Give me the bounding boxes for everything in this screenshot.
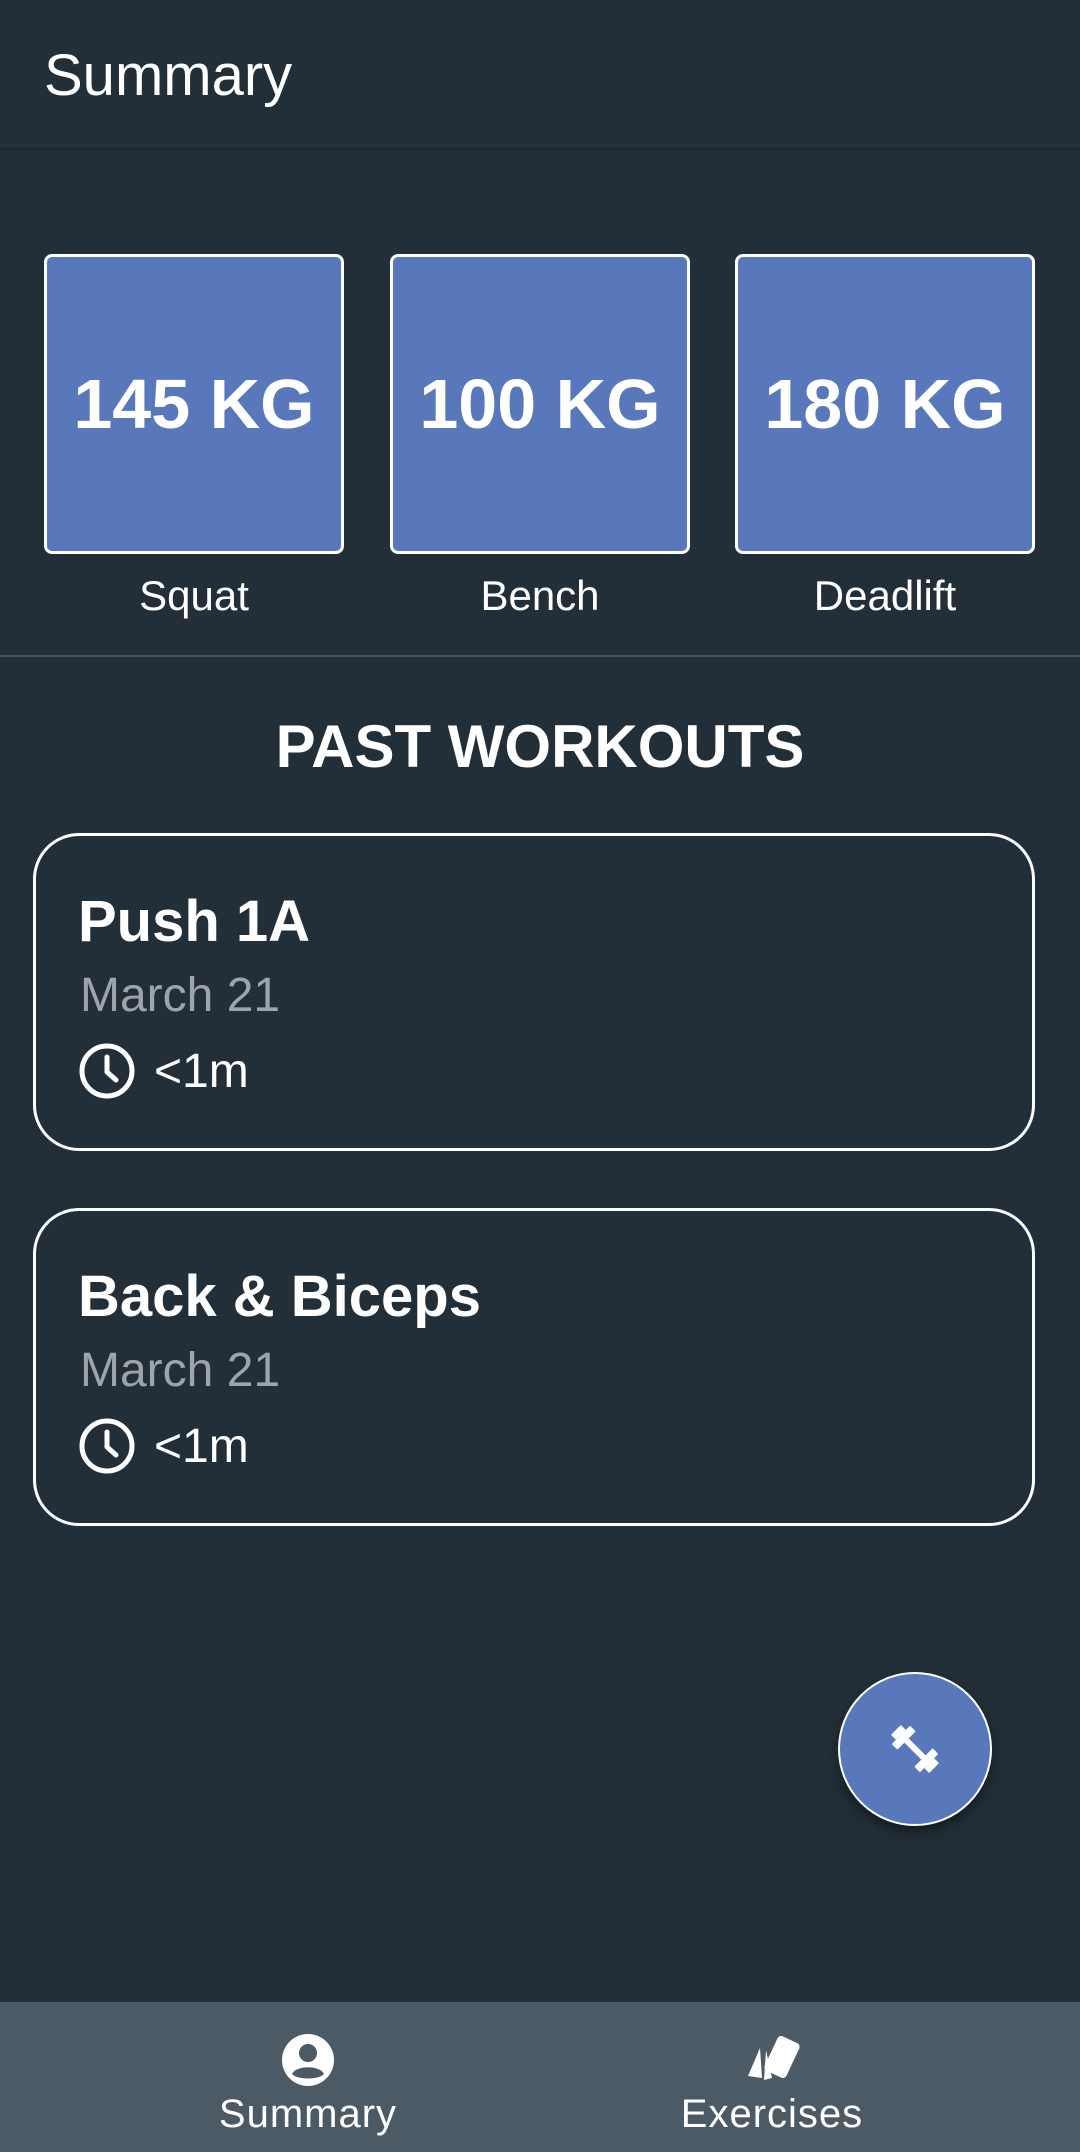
nav-item-exercises[interactable]: Exercises (502, 2002, 1042, 2152)
nav-label: Exercises (680, 2092, 864, 2136)
bottom-navigation: Summary Exercises (0, 2002, 1080, 2152)
workout-name: Push 1A (78, 889, 311, 954)
lift-summary: 145 KG Squat 100 KG Bench 180 KG Deadlif… (0, 152, 1080, 657)
lift-value-box: 145 KG (44, 254, 344, 554)
workout-card[interactable]: Back & Biceps March 21 <1m (33, 1208, 1035, 1526)
lift-label: Bench (480, 572, 600, 619)
workout-duration: <1m (78, 1417, 249, 1475)
start-workout-button[interactable] (838, 1672, 992, 1826)
lift-bench: 100 KG Bench (390, 254, 690, 620)
app-bar: Summary (0, 0, 1080, 150)
cards-icon (748, 2036, 800, 2080)
past-workouts-title: PAST WORKOUTS (275, 713, 805, 780)
duration-value: <1m (154, 1044, 249, 1098)
lift-squat: 145 KG Squat (44, 254, 344, 620)
workout-card[interactable]: Push 1A March 21 <1m (33, 833, 1035, 1151)
lift-label: Squat (139, 572, 249, 619)
workout-name: Back & Biceps (78, 1264, 481, 1329)
workout-date: March 21 (80, 1344, 281, 1397)
dumbbell-icon (891, 1725, 939, 1773)
nav-item-summary[interactable]: Summary (38, 2002, 578, 2152)
nav-label: Summary (218, 2092, 398, 2136)
clock-icon (79, 1418, 135, 1474)
account-circle-icon (282, 2034, 334, 2086)
workout-date: March 21 (80, 969, 281, 1022)
lift-value-box: 180 KG (735, 254, 1035, 554)
page-title: Summary (44, 43, 293, 108)
duration-value: <1m (154, 1419, 249, 1473)
lift-deadlift: 180 KG Deadlift (735, 254, 1035, 620)
workout-duration: <1m (78, 1042, 249, 1100)
clock-icon (79, 1043, 135, 1099)
lift-label: Deadlift (813, 572, 957, 619)
lift-value-box: 100 KG (390, 254, 690, 554)
